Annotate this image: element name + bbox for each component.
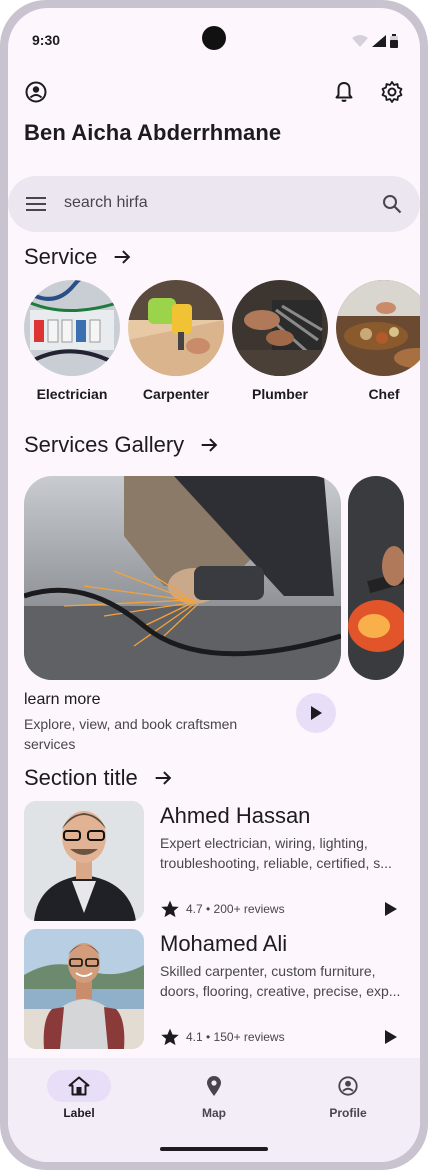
device-frame: 9:30 Ben Aicha Abderrhmane search hirfa …	[0, 0, 428, 1170]
gallery-card-description: Explore, view, and book craftsmen servic…	[24, 716, 238, 752]
people-section-title: Section title	[24, 765, 138, 790]
nav-item-map[interactable]: Map	[164, 1070, 264, 1120]
rating: 4.7 • 200+ reviews	[160, 899, 285, 919]
signal-icon	[372, 35, 386, 47]
gallery-item-forge[interactable]	[348, 476, 404, 680]
camera-cutout	[202, 26, 226, 50]
play-button[interactable]	[384, 901, 398, 922]
person-description: Skilled carpenter, custom furniture, doo…	[160, 961, 406, 1001]
avatar	[24, 929, 144, 1049]
search-icon[interactable]	[380, 192, 404, 216]
service-label: Carpenter	[142, 386, 210, 402]
wifi-icon	[352, 35, 368, 47]
app-screen: 9:30 Ben Aicha Abderrhmane search hirfa …	[8, 8, 420, 1162]
gallery-play-button[interactable]	[296, 693, 336, 733]
plumber-image	[232, 280, 328, 376]
play-icon	[385, 902, 397, 916]
list-item[interactable]: Ahmed Hassan Expert electrician, wiring,…	[24, 801, 404, 921]
gallery-item-grinding[interactable]	[24, 476, 341, 680]
account-icon[interactable]	[24, 80, 48, 104]
rating: 4.1 • 150+ reviews	[160, 1027, 285, 1047]
service-chef[interactable]: Chef	[336, 280, 420, 402]
carpenter-image	[128, 280, 224, 376]
star-icon	[161, 1028, 179, 1046]
person-name: Mohamed Ali	[160, 931, 288, 956]
service-electrician[interactable]: Electrician	[24, 280, 120, 402]
play-icon	[311, 706, 322, 720]
electrician-image	[24, 280, 120, 376]
settings-gear-icon[interactable]	[380, 80, 404, 104]
menu-icon[interactable]	[24, 192, 48, 216]
user-name-heading: Ben Aicha Abderrhmane	[24, 120, 282, 145]
person-description: Expert electrician, wiring, lighting, tr…	[160, 833, 406, 873]
search-input[interactable]: search hirfa	[64, 194, 148, 212]
service-label: Chef	[368, 386, 400, 402]
person-description-line: doors, flooring, creative, precise, exp.…	[160, 983, 401, 999]
service-label: Electrician	[36, 386, 108, 402]
notification-bell-icon[interactable]	[332, 80, 356, 104]
status-bar: 9:30	[8, 8, 420, 60]
star-icon	[161, 900, 179, 918]
nav-label: Profile	[329, 1106, 367, 1120]
play-icon	[385, 1030, 397, 1044]
nav-indicator	[47, 1070, 111, 1102]
gallery-section-header[interactable]: Services Gallery	[24, 432, 220, 458]
chef-image	[336, 280, 420, 376]
service-carousel[interactable]: Electrician Carpenter Plumber Chef	[24, 280, 420, 420]
people-section-header[interactable]: Section title	[24, 765, 174, 791]
search-bar[interactable]: search hirfa	[8, 176, 420, 232]
arrow-right-icon[interactable]	[198, 434, 220, 456]
gallery-card-title[interactable]: learn more	[24, 691, 100, 709]
battery-icon	[390, 34, 398, 48]
service-plumber[interactable]: Plumber	[232, 280, 328, 402]
person-description-line: Expert electrician, wiring, lighting,	[160, 835, 368, 851]
nav-item-profile[interactable]: Profile	[298, 1070, 398, 1120]
nav-label: Label	[63, 1106, 95, 1120]
service-section-title: Service	[24, 244, 98, 269]
person-description-line: troubleshooting, reliable, certified, s.…	[160, 855, 392, 871]
service-carpenter[interactable]: Carpenter	[128, 280, 224, 402]
gallery-section-title: Services Gallery	[24, 432, 185, 457]
service-section-header[interactable]: Service	[24, 244, 133, 270]
status-time: 9:30	[32, 32, 61, 48]
rating-text: 4.7 • 200+ reviews	[186, 902, 285, 916]
nav-label: Map	[202, 1106, 226, 1120]
nav-item-label[interactable]: Label	[29, 1070, 129, 1120]
play-button[interactable]	[384, 1029, 398, 1050]
service-label: Plumber	[251, 386, 308, 402]
arrow-right-icon[interactable]	[111, 246, 133, 268]
person-description-line: Skilled carpenter, custom furniture,	[160, 963, 376, 979]
list-item[interactable]: Mohamed Ali Skilled carpenter, custom fu…	[24, 929, 404, 1049]
avatar	[24, 801, 144, 921]
nav-indicator	[182, 1070, 246, 1102]
gallery-carousel[interactable]	[24, 476, 420, 682]
map-pin-icon	[207, 1076, 221, 1096]
account-circle-icon	[338, 1076, 358, 1096]
status-icons	[352, 34, 398, 48]
arrow-right-icon[interactable]	[152, 767, 174, 789]
rating-text: 4.1 • 150+ reviews	[186, 1030, 285, 1044]
nav-indicator	[316, 1070, 380, 1102]
person-name: Ahmed Hassan	[160, 803, 311, 828]
home-icon	[68, 1076, 90, 1096]
home-indicator[interactable]	[160, 1147, 268, 1151]
